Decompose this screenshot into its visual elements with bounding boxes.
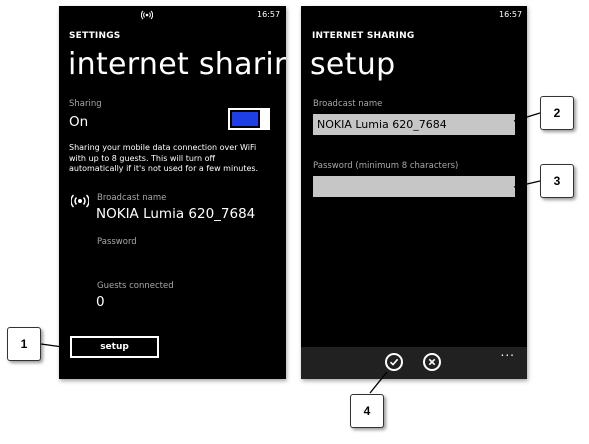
callout-4-line — [369, 371, 388, 394]
callout-3: 3 — [540, 164, 574, 198]
callout-2-line — [513, 112, 541, 122]
callout-1-line — [40, 343, 71, 349]
callout-4: 4 — [350, 394, 384, 428]
callout-1: 1 — [7, 327, 41, 361]
callout-2: 2 — [540, 96, 574, 130]
callout-lines — [40, 112, 541, 394]
callout-3-line — [513, 180, 541, 188]
